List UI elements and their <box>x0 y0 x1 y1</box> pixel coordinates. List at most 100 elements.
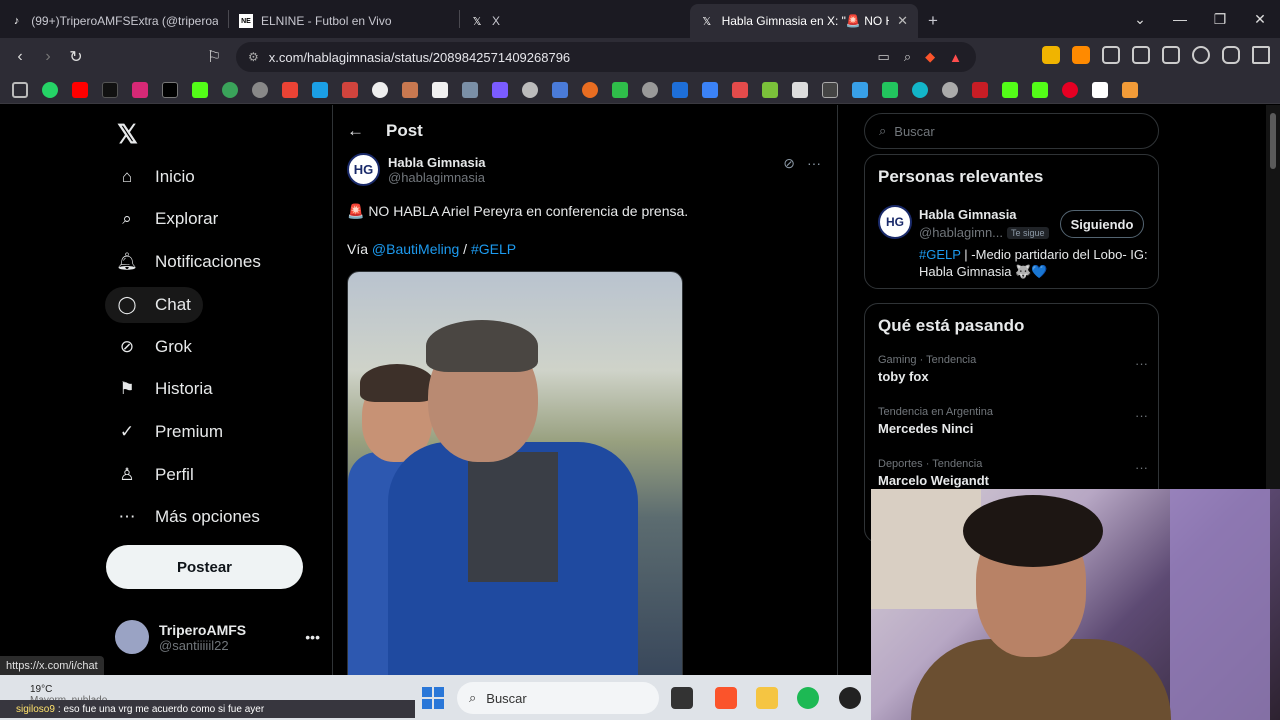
brave-shields-icon[interactable]: ◆ <box>925 49 935 65</box>
bookmark-site-icon[interactable] <box>582 81 598 98</box>
tiktok-icon[interactable] <box>102 81 118 98</box>
site-info-icon[interactable]: ⚙ <box>248 50 259 64</box>
scrollbar-thumb[interactable] <box>1270 113 1276 169</box>
kick-icon[interactable] <box>1032 81 1048 98</box>
avatar[interactable]: HG <box>347 153 380 186</box>
browser-tab-3[interactable]: 𝕏 X <box>460 4 690 38</box>
brave-browser-icon[interactable] <box>715 687 737 709</box>
author-name[interactable]: Habla Gimnasia <box>388 155 486 170</box>
bookmark-site-icon[interactable] <box>522 81 538 98</box>
nav-item-premium[interactable]: ✓ Premium <box>105 414 235 450</box>
pinterest-icon[interactable] <box>1062 81 1078 98</box>
elnine-icon[interactable] <box>1092 81 1108 98</box>
kick-icon[interactable] <box>192 81 208 98</box>
hashtag-link[interactable]: #GELP <box>471 241 516 257</box>
bookmark-site-icon[interactable] <box>252 81 268 98</box>
mention-link[interactable]: @BautiMeling <box>372 241 459 257</box>
bookmark-page-icon[interactable]: ⚐ <box>200 47 228 67</box>
nav-item-grok[interactable]: ⊘ Grok <box>105 329 204 365</box>
close-icon[interactable]: ✕ <box>897 13 908 29</box>
windows-start-icon[interactable] <box>422 687 444 709</box>
back-arrow-icon[interactable]: ← <box>347 121 364 141</box>
more-icon[interactable]: ··· <box>1135 408 1148 423</box>
relevant-name[interactable]: Habla Gimnasia <box>919 207 1017 222</box>
search-input[interactable]: ⌕ Buscar <box>864 113 1159 149</box>
nav-item-inicio[interactable]: ⌂ Inicio <box>105 159 207 195</box>
bookmark-site-icon[interactable] <box>912 81 928 98</box>
paypal-icon[interactable] <box>672 81 688 98</box>
browser-tab-1[interactable]: ♪ (99+)TriperoAMFSExtra (@triperoam <box>0 4 228 38</box>
relevant-handle[interactable]: @hablagimn... <box>919 225 1003 240</box>
spotify-icon[interactable] <box>797 687 819 709</box>
nav-item-notificaciones[interactable]: 🔔︎ Notificaciones <box>105 244 273 280</box>
bookmark-site-icon[interactable] <box>402 81 418 98</box>
minimize-icon[interactable]: — <box>1160 11 1200 27</box>
x-logo-icon[interactable]: 𝕏 <box>117 119 138 150</box>
grok-icon[interactable]: ⊘ <box>783 155 795 172</box>
avatar[interactable]: HG <box>878 205 912 239</box>
post-photo[interactable] <box>347 271 683 720</box>
trend-item[interactable]: Deportes · Tendencia Marcelo Weigandt ··… <box>878 458 1148 488</box>
x-icon[interactable] <box>162 81 178 98</box>
bookmark-site-icon[interactable] <box>462 81 478 98</box>
nav-item-perfil[interactable]: ♙ Perfil <box>105 457 206 493</box>
post-author[interactable]: HG Habla Gimnasia @hablagimnasia <box>347 153 486 186</box>
taskbar-search[interactable]: ⌕ Buscar <box>457 682 659 714</box>
forward-icon[interactable]: › <box>34 48 62 66</box>
more-icon[interactable]: ••• <box>305 629 320 645</box>
obs-icon[interactable] <box>839 687 861 709</box>
back-icon[interactable]: ‹ <box>6 48 34 66</box>
sidebar-icon[interactable] <box>1132 46 1150 64</box>
extension-icon[interactable] <box>1072 46 1090 64</box>
bookmark-site-icon[interactable] <box>882 81 898 98</box>
bookmark-site-icon[interactable] <box>792 81 808 98</box>
browser-tab-active[interactable]: 𝕏 Habla Gimnasia en X: "🚨 NO H ✕ <box>690 4 918 38</box>
bookmark-site-icon[interactable] <box>942 81 958 98</box>
brave-rewards-icon[interactable]: ▲ <box>949 50 962 65</box>
trend-item[interactable]: Tendencia en Argentina Mercedes Ninci ··… <box>878 406 1148 436</box>
bookmark-site-icon[interactable] <box>612 81 628 98</box>
bookmark-site-icon[interactable] <box>852 81 868 98</box>
zoom-icon[interactable]: ⌕ <box>904 49 911 65</box>
bookmark-site-icon[interactable] <box>972 81 988 98</box>
whatsapp-icon[interactable] <box>42 81 58 98</box>
account-switcher[interactable]: TriperoAMFS @santiiiiil22 ••• <box>115 617 320 657</box>
instagram-icon[interactable] <box>132 81 148 98</box>
following-button[interactable]: Siguiendo <box>1060 210 1144 238</box>
new-tab-button[interactable]: + <box>918 4 948 38</box>
author-handle[interactable]: @hablagimnasia <box>388 170 486 185</box>
leo-icon[interactable] <box>1192 46 1210 64</box>
download-icon[interactable] <box>732 81 748 98</box>
address-bar[interactable]: ⚙ x.com/hablagimnasia/status/20898425714… <box>236 42 976 72</box>
youtube-icon[interactable] <box>72 81 88 98</box>
bookmark-site-icon[interactable] <box>312 81 328 98</box>
post-button[interactable]: Postear <box>106 545 303 589</box>
bookmark-site-icon[interactable] <box>702 81 718 98</box>
task-view-icon[interactable] <box>671 687 693 709</box>
extension-icon[interactable] <box>1042 46 1060 64</box>
chevron-down-icon[interactable]: ⌄ <box>1120 11 1160 28</box>
download-icon[interactable] <box>762 81 778 98</box>
bookmark-site-icon[interactable] <box>552 81 568 98</box>
kick-icon[interactable] <box>1002 81 1018 98</box>
more-icon[interactable]: ··· <box>1135 356 1148 371</box>
hashtag-link[interactable]: #GELP <box>919 247 961 262</box>
nav-item-explorar[interactable]: ⌕ Explorar <box>105 201 230 237</box>
close-window-icon[interactable]: ✕ <box>1240 11 1280 28</box>
trend-item[interactable]: Gaming · Tendencia toby fox ··· <box>878 354 1148 384</box>
nav-item-historia[interactable]: ⚑ Historia <box>105 371 225 407</box>
bookmark-site-icon[interactable] <box>432 81 448 98</box>
more-icon[interactable]: ··· <box>807 155 821 172</box>
vpn-icon[interactable] <box>1222 46 1240 64</box>
menu-icon[interactable] <box>1252 46 1270 64</box>
puzzle-icon[interactable] <box>1102 46 1120 64</box>
bookmark-site-icon[interactable] <box>222 81 238 98</box>
cast-icon[interactable]: ▭ <box>878 49 890 65</box>
bookmark-site-icon[interactable] <box>822 81 838 98</box>
nav-item-mas-opciones[interactable]: ⋯ Más opciones <box>105 499 272 535</box>
gmail-icon[interactable] <box>282 81 298 98</box>
more-icon[interactable]: ··· <box>1135 460 1148 475</box>
wallet-icon[interactable] <box>1162 46 1180 64</box>
apps-grid-icon[interactable] <box>12 81 28 98</box>
browser-tab-2[interactable]: NE ELNINE - Futbol en Vivo <box>229 4 459 38</box>
